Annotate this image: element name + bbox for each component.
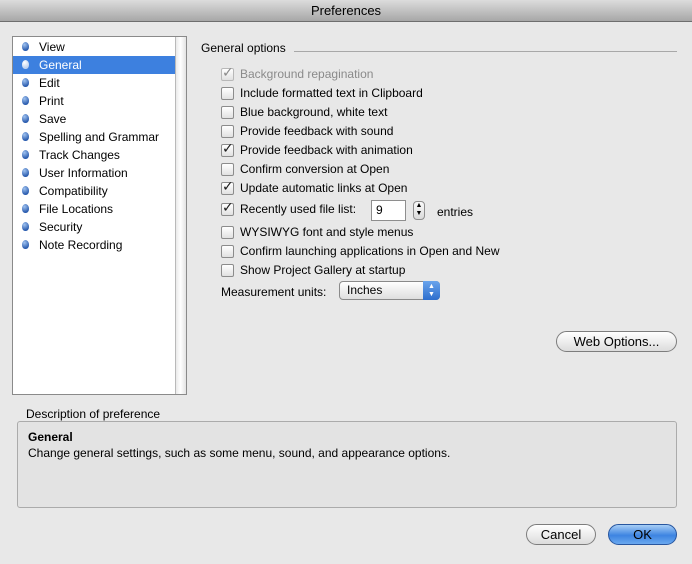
- checkbox[interactable]: [221, 141, 234, 157]
- blue-dot-icon: [22, 150, 29, 159]
- window-title: Preferences: [0, 0, 692, 22]
- sidebar-item-view[interactable]: View: [13, 38, 176, 56]
- checkbox[interactable]: [221, 245, 234, 258]
- sidebar-item-spelling-and-grammar[interactable]: Spelling and Grammar: [13, 128, 176, 146]
- preferences-category-list[interactable]: View General Edit Print Save Spelling an…: [12, 36, 187, 395]
- measurement-units-label: Measurement units:: [221, 285, 327, 299]
- option-label: Show Project Gallery at startup: [240, 263, 406, 277]
- checkbox: [221, 65, 234, 81]
- sidebar-item-file-locations[interactable]: File Locations: [13, 200, 176, 218]
- checkbox[interactable]: [221, 87, 234, 100]
- entries-label: entries: [437, 205, 474, 219]
- sidebar-item-label: View: [39, 40, 65, 54]
- sidebar-item-print[interactable]: Print: [13, 92, 176, 110]
- sidebar-item-save[interactable]: Save: [13, 110, 176, 128]
- option-label: Blue background, white text: [240, 105, 388, 119]
- checkbox[interactable]: [221, 125, 234, 138]
- sidebar-item-label: Print: [39, 94, 64, 108]
- option-label: Update automatic links at Open: [240, 181, 408, 195]
- web-options-button[interactable]: Web Options...: [556, 331, 677, 352]
- sidebar-item-label: Save: [39, 112, 67, 126]
- sidebar-item-edit[interactable]: Edit: [13, 74, 176, 92]
- blue-dot-icon: [22, 78, 29, 87]
- blue-dot-icon: [22, 168, 29, 177]
- sidebar-item-label: Compatibility: [39, 184, 108, 198]
- blue-dot-icon: [22, 240, 29, 249]
- blue-dot-icon: [22, 186, 29, 195]
- option-label: WYSIWYG font and style menus: [240, 225, 414, 239]
- sidebar-item-note-recording[interactable]: Note Recording: [13, 236, 176, 254]
- description-title: General: [28, 430, 73, 444]
- cancel-button[interactable]: Cancel: [526, 524, 596, 545]
- option-label: Include formatted text in Clipboard: [240, 86, 423, 100]
- checkbox[interactable]: [221, 264, 234, 277]
- sidebar-scrollbar[interactable]: [175, 37, 186, 394]
- option-label: Recently used file list:: [240, 202, 357, 216]
- measurement-units-select[interactable]: Inches ▲ ▼: [339, 281, 440, 300]
- option-label: Provide feedback with animation: [240, 143, 413, 157]
- option-label: Confirm launching applications in Open a…: [240, 244, 500, 258]
- sidebar-item-security[interactable]: Security: [13, 218, 176, 236]
- sidebar-item-compatibility[interactable]: Compatibility: [13, 182, 176, 200]
- blue-dot-icon: [22, 96, 29, 105]
- up-down-arrows-icon: ▲ ▼: [423, 281, 440, 300]
- checkbox[interactable]: [221, 106, 234, 119]
- description-text: Change general settings, such as some me…: [28, 446, 451, 460]
- blue-dot-icon: [22, 204, 29, 213]
- blue-dot-icon: [22, 222, 29, 231]
- up-down-arrows-icon[interactable]: ▲ ▼: [413, 201, 425, 220]
- option-label: Background repagination: [240, 67, 374, 81]
- sidebar-item-track-changes[interactable]: Track Changes: [13, 146, 176, 164]
- description-box: [17, 421, 677, 508]
- option-label: Provide feedback with sound: [240, 124, 394, 138]
- sidebar-item-label: User Information: [39, 166, 128, 180]
- checkbox[interactable]: [221, 226, 234, 239]
- sidebar-item-label: Security: [39, 220, 83, 234]
- ok-button[interactable]: OK: [608, 524, 677, 545]
- sidebar-item-general[interactable]: General: [13, 56, 176, 74]
- blue-dot-icon: [22, 114, 29, 123]
- preferences-window: Preferences View General Edit Print Save…: [0, 0, 692, 564]
- description-label: Description of preference: [26, 407, 161, 421]
- recent-files-count-input[interactable]: 9: [371, 200, 406, 221]
- sidebar-item-label: Track Changes: [39, 148, 120, 162]
- sidebar-item-label: File Locations: [39, 202, 114, 216]
- measurement-units-value: Inches: [347, 283, 383, 297]
- sidebar-item-label: Note Recording: [39, 238, 123, 252]
- sidebar-item-label: General: [39, 58, 82, 72]
- blue-dot-icon: [22, 42, 29, 51]
- blue-dot-icon: [22, 60, 29, 69]
- blue-dot-icon: [22, 132, 29, 141]
- sidebar-item-user-information[interactable]: User Information: [13, 164, 176, 182]
- checkbox[interactable]: [221, 179, 234, 195]
- checkbox[interactable]: [221, 163, 234, 176]
- group-divider: [294, 51, 677, 52]
- sidebar-item-label: Edit: [39, 76, 60, 90]
- checkbox[interactable]: [221, 200, 234, 216]
- option-label: Confirm conversion at Open: [240, 162, 390, 176]
- sidebar-item-label: Spelling and Grammar: [39, 130, 160, 144]
- general-options-heading: General options: [201, 41, 286, 55]
